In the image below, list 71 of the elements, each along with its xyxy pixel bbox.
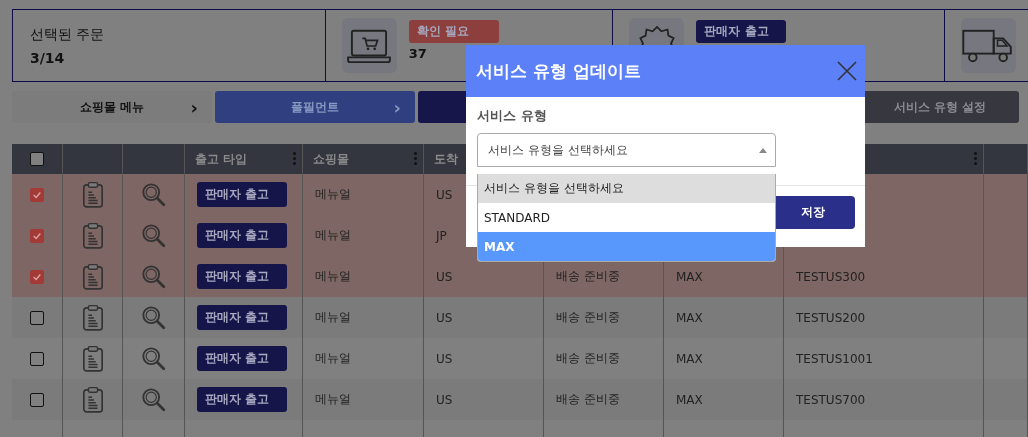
checkmark-icon (32, 189, 42, 200)
table-cell: MAX (676, 392, 703, 407)
kebab-menu-icon[interactable] (293, 152, 296, 165)
dropdown-option[interactable]: MAX (478, 232, 775, 261)
column-header[interactable]: 출고 타입 (195, 150, 248, 168)
table-cell: TESTUS200 (796, 310, 866, 325)
table-cell: 배송 준비중 (556, 350, 620, 367)
column-header[interactable]: 도착 (434, 150, 458, 168)
row-checkbox[interactable] (30, 269, 44, 284)
menu-button[interactable]: 풀필먼트 › (215, 91, 415, 123)
table-cell: 메뉴얼 (315, 227, 351, 244)
table-cell: 배송 준비중 (556, 391, 620, 408)
table-cell: US (436, 310, 453, 325)
magnifier-icon[interactable] (140, 304, 167, 331)
status-badge: 확인 필요 (408, 20, 499, 43)
clipboard-icon[interactable] (81, 262, 104, 291)
menu-button[interactable]: 쇼핑몰 메뉴 › (12, 91, 212, 123)
magnifier-icon[interactable] (140, 263, 167, 290)
status-badge: 판매자 출고 (696, 20, 787, 43)
type-tag: 판매자 출고 (197, 346, 287, 371)
select-field[interactable]: 서비스 유형을 선택하세요 (477, 133, 776, 167)
row-checkbox[interactable] (30, 351, 44, 366)
table-cell: TESTUS300 (796, 269, 866, 284)
close-icon[interactable] (837, 61, 857, 81)
row-checkbox[interactable] (30, 228, 44, 243)
row-checkbox[interactable] (30, 187, 44, 202)
table-cell: MAX (676, 310, 703, 325)
table-cell: 메뉴얼 (315, 268, 351, 285)
table-cell: TESTUS700 (796, 392, 866, 407)
type-tag: 판매자 출고 (197, 182, 287, 207)
type-tag: 판매자 출고 (197, 223, 287, 248)
table-cell: MAX (676, 351, 703, 366)
clipboard-icon[interactable] (81, 180, 104, 209)
type-tag: 판매자 출고 (197, 264, 287, 289)
table-cell: 배송 준비중 (556, 309, 620, 326)
kebab-menu-icon[interactable] (414, 152, 417, 165)
card-value: 3/14 (30, 49, 65, 66)
table-cell: TESTUS1001 (796, 351, 873, 366)
table-cell: 메뉴얼 (315, 350, 351, 367)
card-count: 37 (408, 46, 428, 61)
magnifier-icon[interactable] (140, 386, 167, 413)
table-cell: US (436, 351, 453, 366)
kebab-menu-icon[interactable] (974, 152, 977, 165)
card-label: 선택된 주문 (30, 25, 105, 44)
table-cell: US (436, 187, 453, 202)
magnifier-icon[interactable] (140, 222, 167, 249)
checkmark-icon (32, 230, 42, 241)
magnifier-icon[interactable] (140, 345, 167, 372)
header-checkbox[interactable] (30, 152, 44, 166)
clipboard-icon[interactable] (81, 221, 104, 250)
clipboard-icon[interactable] (81, 344, 104, 373)
modal-title: 서비스 유형 업데이트 (476, 59, 641, 83)
table-cell: US (436, 269, 453, 284)
table-cell: JP (436, 228, 447, 243)
checkmark-icon (32, 271, 42, 282)
clipboard-icon[interactable] (81, 303, 104, 332)
row-checkbox[interactable] (30, 310, 44, 325)
table-cell: MAX (676, 269, 703, 284)
table-cell: 메뉴얼 (315, 186, 351, 203)
field-label: 서비스 유형 (477, 107, 548, 125)
clipboard-icon[interactable] (81, 385, 104, 414)
table-cell: 배송 준비중 (556, 268, 620, 285)
type-tag: 판매자 출고 (197, 305, 287, 330)
table-cell: 메뉴얼 (315, 391, 351, 408)
type-tag: 판매자 출고 (197, 387, 287, 412)
row-checkbox[interactable] (30, 392, 44, 407)
dropdown-option[interactable]: 서비스 유형을 선택하세요 (478, 174, 775, 203)
table-cell: 메뉴얼 (315, 309, 351, 326)
magnifier-icon[interactable] (140, 181, 167, 208)
column-header[interactable]: 쇼핑몰 (313, 150, 349, 168)
table-cell: US (436, 392, 453, 407)
